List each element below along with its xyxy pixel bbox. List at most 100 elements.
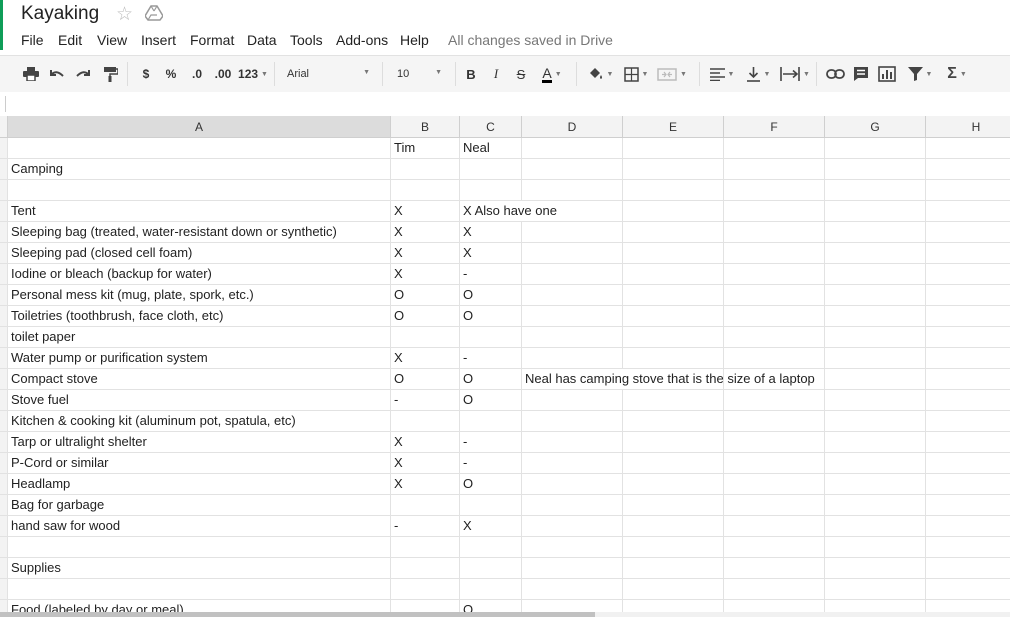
cell-d13[interactable] — [522, 390, 623, 411]
cell-b16[interactable]: X — [391, 453, 460, 474]
cell-c22[interactable] — [460, 579, 522, 600]
cell-e7[interactable] — [623, 264, 724, 285]
row-header[interactable] — [0, 159, 8, 180]
row-header[interactable] — [0, 390, 8, 411]
cell-e16[interactable] — [623, 453, 724, 474]
insert-comment-icon[interactable] — [851, 65, 871, 83]
cell-g7[interactable] — [825, 264, 926, 285]
cell-h21[interactable] — [926, 558, 1010, 579]
cell-f19[interactable] — [724, 516, 825, 537]
cell-f14[interactable] — [724, 411, 825, 432]
cell-b14[interactable] — [391, 411, 460, 432]
cell-f15[interactable] — [724, 432, 825, 453]
cell-e4[interactable] — [623, 201, 724, 222]
strikethrough-button[interactable]: S — [512, 65, 530, 83]
cell-h8[interactable] — [926, 285, 1010, 306]
cell-a14[interactable]: Kitchen & cooking kit (aluminum pot, spa… — [8, 411, 391, 432]
cell-a15[interactable]: Tarp or ultralight shelter — [8, 432, 391, 453]
menu-format[interactable]: Format — [190, 32, 234, 48]
cell-d10[interactable] — [522, 327, 623, 348]
cell-g15[interactable] — [825, 432, 926, 453]
cell-d3[interactable] — [522, 180, 623, 201]
cell-b11[interactable]: X — [391, 348, 460, 369]
cell-a9[interactable]: Toiletries (toothbrush, face cloth, etc) — [8, 306, 391, 327]
cell-c5[interactable]: X — [460, 222, 522, 243]
cell-c1[interactable]: Neal — [460, 138, 522, 159]
cell-h15[interactable] — [926, 432, 1010, 453]
cell-h14[interactable] — [926, 411, 1010, 432]
cell-c6[interactable]: X — [460, 243, 522, 264]
cell-e21[interactable] — [623, 558, 724, 579]
cell-e8[interactable] — [623, 285, 724, 306]
column-header-c[interactable]: C — [460, 116, 522, 138]
cell-e12[interactable] — [623, 369, 724, 390]
decrease-decimal-button[interactable]: .0 — [187, 65, 207, 83]
cell-e1[interactable] — [623, 138, 724, 159]
cell-f17[interactable] — [724, 474, 825, 495]
cell-d20[interactable] — [522, 537, 623, 558]
increase-decimal-button[interactable]: .00 — [211, 65, 235, 83]
print-icon[interactable] — [22, 65, 40, 83]
drive-folder-icon[interactable] — [145, 5, 163, 21]
row-header[interactable] — [0, 516, 8, 537]
document-title[interactable]: Kayaking — [21, 3, 99, 25]
cell-g18[interactable] — [825, 495, 926, 516]
vertical-align-button[interactable]: ▼ — [742, 65, 774, 83]
cell-a8[interactable]: Personal mess kit (mug, plate, spork, et… — [8, 285, 391, 306]
cell-a5[interactable]: Sleeping bag (treated, water-resistant d… — [8, 222, 391, 243]
cell-e3[interactable] — [623, 180, 724, 201]
cell-e11[interactable] — [623, 348, 724, 369]
cell-e5[interactable] — [623, 222, 724, 243]
cell-d12[interactable]: Neal has camping stove that is the size … — [522, 369, 815, 390]
cell-b10[interactable] — [391, 327, 460, 348]
column-header-g[interactable]: G — [825, 116, 926, 138]
row-header[interactable] — [0, 285, 8, 306]
cell-a13[interactable]: Stove fuel — [8, 390, 391, 411]
cell-a2[interactable]: Camping — [8, 159, 391, 180]
column-header-h[interactable]: H — [926, 116, 1010, 138]
currency-format-button[interactable]: $ — [138, 65, 154, 83]
cell-d21[interactable] — [522, 558, 623, 579]
cell-c17[interactable]: O — [460, 474, 522, 495]
cell-h22[interactable] — [926, 579, 1010, 600]
horizontal-align-button[interactable]: ▼ — [706, 65, 738, 83]
functions-button[interactable]: Σ ▼ — [941, 65, 973, 83]
menu-data[interactable]: Data — [247, 32, 277, 48]
cell-g11[interactable] — [825, 348, 926, 369]
cell-e15[interactable] — [623, 432, 724, 453]
cell-e20[interactable] — [623, 537, 724, 558]
cell-b13[interactable]: - — [391, 390, 460, 411]
menu-file[interactable]: File — [21, 32, 44, 48]
cell-h19[interactable] — [926, 516, 1010, 537]
menu-tools[interactable]: Tools — [290, 32, 323, 48]
cell-b18[interactable] — [391, 495, 460, 516]
bold-button[interactable]: B — [462, 65, 480, 83]
font-size-select[interactable]: 10 ▼ — [392, 64, 448, 84]
cell-g10[interactable] — [825, 327, 926, 348]
cell-c11[interactable]: - — [460, 348, 522, 369]
spreadsheet-grid[interactable]: A B C D E F G H Tim Neal Camping Tent X X Als… — [0, 116, 1010, 613]
cell-b21[interactable] — [391, 558, 460, 579]
cell-f22[interactable] — [724, 579, 825, 600]
cell-a16[interactable]: P-Cord or similar — [8, 453, 391, 474]
cell-e19[interactable] — [623, 516, 724, 537]
cell-c21[interactable] — [460, 558, 522, 579]
cell-d2[interactable] — [522, 159, 623, 180]
cell-d16[interactable] — [522, 453, 623, 474]
cell-d18[interactable] — [522, 495, 623, 516]
column-header-f[interactable]: F — [724, 116, 825, 138]
select-all-corner[interactable] — [0, 116, 8, 138]
cell-f5[interactable] — [724, 222, 825, 243]
row-header[interactable] — [0, 327, 8, 348]
cell-d14[interactable] — [522, 411, 623, 432]
cell-h10[interactable] — [926, 327, 1010, 348]
cell-h18[interactable] — [926, 495, 1010, 516]
row-header[interactable] — [0, 369, 8, 390]
cell-a4[interactable]: Tent — [8, 201, 391, 222]
horizontal-scrollbar[interactable] — [0, 612, 1010, 617]
cell-f11[interactable] — [724, 348, 825, 369]
cell-b7[interactable]: X — [391, 264, 460, 285]
cell-f18[interactable] — [724, 495, 825, 516]
row-header[interactable] — [0, 432, 8, 453]
cell-g22[interactable] — [825, 579, 926, 600]
